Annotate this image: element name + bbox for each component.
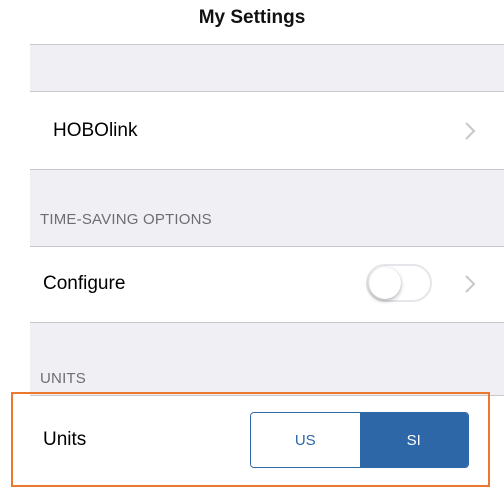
configure-row[interactable]: Configure: [30, 247, 504, 322]
configure-toggle[interactable]: [366, 264, 432, 302]
section-header-units: UNITS: [40, 370, 86, 387]
page-title: My Settings: [198, 7, 306, 28]
hobolink-row[interactable]: HOBOlink: [30, 92, 504, 169]
navigation-bar: My Settings: [0, 0, 504, 44]
chevron-right-icon: [465, 122, 476, 140]
time-saving-section-header-area: TIME-SAVING OPTIONS: [30, 170, 504, 246]
toggle-knob: [369, 267, 401, 299]
hobolink-label: HOBOlink: [53, 120, 138, 141]
highlight-box: [11, 392, 490, 487]
chevron-right-icon: [465, 275, 476, 293]
section-header-time-saving: TIME-SAVING OPTIONS: [40, 211, 212, 228]
section-spacer: [30, 45, 504, 91]
configure-label: Configure: [43, 273, 126, 294]
units-section-header-area: UNITS: [30, 323, 504, 395]
